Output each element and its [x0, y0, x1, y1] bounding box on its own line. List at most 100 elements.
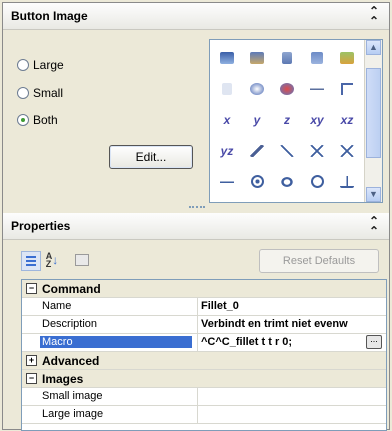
collapse-icon[interactable]: ⌃ ⌃ — [369, 5, 379, 27]
image-cell[interactable] — [272, 135, 302, 166]
pencil-icon — [250, 144, 264, 157]
customize-dialog: Button Image ⌃ ⌃ Large Small Both Edit... — [2, 2, 390, 431]
image-cell[interactable] — [212, 42, 242, 73]
toolbar-icon — [310, 82, 324, 95]
categorized-view-icon[interactable] — [21, 251, 41, 271]
image-cell[interactable] — [332, 73, 362, 104]
category-label: Advanced — [42, 354, 100, 368]
reset-defaults-button[interactable]: Reset Defaults — [259, 249, 379, 273]
column-divider — [197, 298, 198, 315]
category-command[interactable]: − Command — [22, 280, 386, 298]
toolbar-icon — [311, 51, 323, 64]
image-cell[interactable] — [302, 73, 332, 104]
perpendicular-icon — [340, 175, 354, 188]
category-images[interactable]: − Images — [22, 370, 386, 388]
scroll-down-icon[interactable]: ▼ — [366, 187, 381, 202]
property-row-macro[interactable]: Macro ^C^C_fillet t t r 0; ... — [22, 334, 386, 352]
splitter-grip-icon[interactable] — [189, 206, 205, 211]
collapse-toggle-icon[interactable]: − — [26, 373, 37, 384]
circle-icon — [310, 175, 324, 188]
category-label: Command — [42, 282, 101, 296]
image-cell[interactable] — [332, 42, 362, 73]
line-icon — [280, 144, 294, 157]
column-divider — [197, 388, 198, 405]
property-grid: − Command Name Fillet_0 Description Verb… — [21, 279, 387, 431]
button-image-panel: Button Image ⌃ ⌃ Large Small Both Edit... — [3, 3, 389, 203]
property-row-large-image[interactable]: Large image — [22, 406, 386, 424]
column-divider — [197, 406, 198, 423]
y-icon[interactable]: y — [242, 104, 272, 135]
radio-small[interactable]: Small — [17, 85, 63, 101]
radio-dot[interactable] — [17, 59, 29, 71]
collapse-toggle-icon[interactable]: − — [26, 283, 37, 294]
image-cell[interactable] — [332, 166, 362, 197]
property-value[interactable]: Fillet_0 — [201, 300, 385, 312]
property-pages-icon[interactable] — [73, 251, 91, 269]
properties-margin — [3, 279, 21, 429]
category-advanced[interactable]: + Advanced — [22, 352, 386, 370]
xy-icon[interactable]: xy — [302, 104, 332, 135]
property-row-name[interactable]: Name Fillet_0 — [22, 298, 386, 316]
xz-icon[interactable]: xz — [332, 104, 362, 135]
toolbar-icon — [222, 82, 232, 95]
image-cell[interactable] — [302, 166, 332, 197]
properties-header[interactable]: Properties ⌃ ⌃ — [3, 213, 389, 240]
collapse-icon[interactable]: ⌃ ⌃ — [369, 215, 379, 237]
toolbar-icon — [341, 82, 353, 95]
image-cell[interactable] — [212, 73, 242, 104]
image-cell[interactable] — [212, 166, 242, 197]
toolbar-icon — [220, 51, 234, 64]
image-cell[interactable] — [302, 135, 332, 166]
image-cell[interactable] — [272, 42, 302, 73]
scroll-thumb[interactable] — [366, 68, 381, 158]
properties-panel: Properties ⌃ ⌃ A Z ↓ Reset Defaults − Comma… — [3, 213, 389, 431]
image-cell[interactable] — [332, 135, 362, 166]
expand-toggle-icon[interactable]: + — [26, 355, 37, 366]
radio-label: Small — [33, 86, 64, 100]
toolbar-icon — [280, 82, 294, 95]
column-divider — [197, 334, 198, 351]
alphabetical-sort-icon[interactable]: A Z ↓ — [43, 251, 61, 269]
edit-button[interactable]: Edit... — [109, 145, 193, 169]
image-cell[interactable] — [302, 42, 332, 73]
image-cell[interactable] — [242, 73, 272, 104]
dash-icon — [220, 175, 234, 188]
scroll-up-icon[interactable]: ▲ — [366, 40, 381, 55]
x-icon[interactable]: x — [212, 104, 242, 135]
property-row-small-image[interactable]: Small image — [22, 388, 386, 406]
radio-dot-selected[interactable] — [17, 114, 29, 126]
panel-splitter[interactable] — [3, 203, 389, 213]
property-key: Description — [42, 318, 98, 330]
button-image-header[interactable]: Button Image ⌃ ⌃ — [3, 3, 389, 30]
property-row-description[interactable]: Description Verbindt en trimt niet evenw — [22, 316, 386, 334]
ellipsis-button-icon[interactable]: ... — [366, 335, 382, 349]
z-icon[interactable]: z — [272, 104, 302, 135]
panel-title: Properties — [11, 219, 71, 233]
image-cell[interactable] — [242, 42, 272, 73]
grid-scrollbar[interactable]: ▲ ▼ — [364, 40, 382, 202]
property-value[interactable]: ^C^C_fillet t t r 0; — [201, 336, 385, 348]
target-icon — [250, 175, 264, 188]
property-key: Name — [42, 300, 72, 312]
property-value[interactable]: Verbindt en trimt niet evenw — [201, 318, 385, 330]
button-image-grid: x y z xy xz yz ▲ ▼ — [209, 39, 383, 203]
property-key: Small image — [42, 390, 103, 402]
toolbar-icon — [250, 82, 264, 95]
property-key: Large image — [42, 408, 104, 420]
cross-icon — [340, 144, 354, 157]
radio-dot[interactable] — [17, 87, 29, 99]
radio-both[interactable]: Both — [17, 112, 58, 128]
radio-label: Both — [33, 113, 58, 127]
toolbar-icon — [250, 51, 264, 64]
gear-icon — [280, 175, 294, 188]
panel-title: Button Image — [11, 9, 88, 23]
image-cell[interactable] — [272, 73, 302, 104]
image-cell[interactable] — [242, 135, 272, 166]
yz-icon[interactable]: yz — [212, 135, 242, 166]
column-divider — [197, 316, 198, 333]
image-cell[interactable] — [242, 166, 272, 197]
category-label: Images — [42, 372, 84, 386]
radio-large[interactable]: Large — [17, 57, 64, 73]
cross-icon — [310, 144, 324, 157]
image-cell[interactable] — [272, 166, 302, 197]
